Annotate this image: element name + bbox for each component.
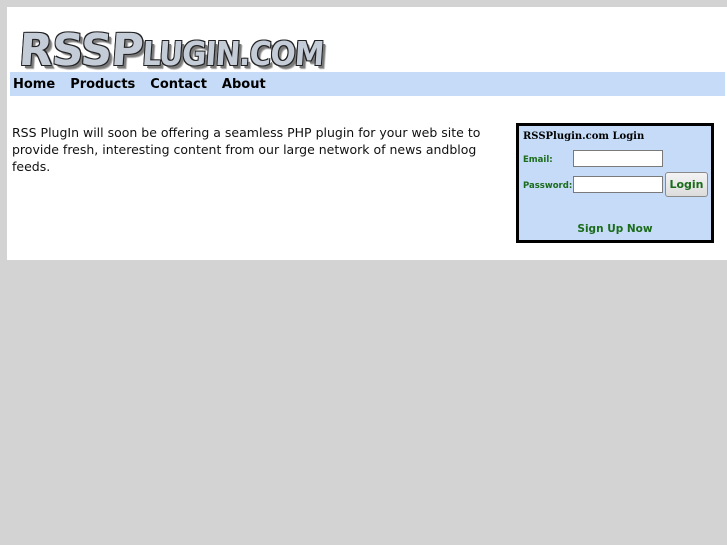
intro-text: RSS PlugIn will soon be offering a seaml… (12, 125, 481, 174)
password-label: Password: (523, 181, 573, 191)
logo-text: RSSPLUGIN.COM (17, 25, 325, 76)
nav-item-products[interactable]: Products (70, 77, 135, 92)
nav-item-about[interactable]: About (222, 77, 266, 92)
site-logo[interactable]: RSSPLUGIN.COM (17, 15, 325, 76)
nav-item-home[interactable]: Home (13, 77, 55, 92)
page-container: RSSPLUGIN.COM Home Products Contact Abou… (7, 7, 727, 260)
nav-item-contact[interactable]: Contact (150, 77, 207, 92)
nav-bar: Home Products Contact About (10, 72, 725, 96)
login-box: RSSPlugin.com Login Email: Password: Log… (516, 123, 714, 243)
email-field[interactable] (573, 150, 663, 167)
sign-up-link[interactable]: Sign Up Now (519, 223, 711, 235)
login-title: RSSPlugin.com Login (523, 131, 645, 142)
email-label: Email: (523, 155, 553, 165)
password-field[interactable] (573, 176, 663, 193)
login-button[interactable]: Login (665, 172, 708, 197)
